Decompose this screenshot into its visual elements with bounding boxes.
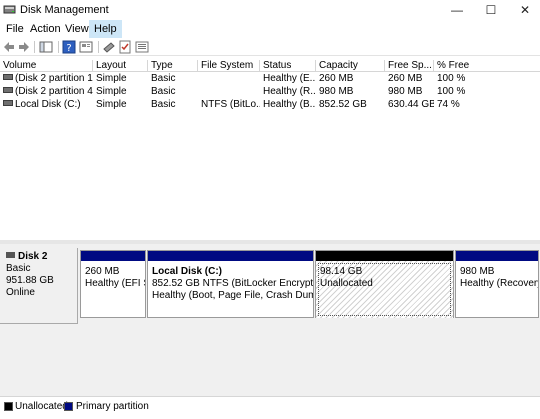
- partition-status: Healthy (Recovery P: [460, 278, 538, 289]
- help-icon[interactable]: ?: [62, 40, 76, 54]
- cell-file-system: [198, 86, 260, 98]
- column-header-layout[interactable]: Layout: [93, 60, 148, 72]
- cell-layout: Simple: [96, 99, 127, 110]
- cell-percent-free: 74 %: [437, 99, 460, 110]
- cell-free-space: 260 MB: [388, 73, 423, 84]
- window-title: Disk Management: [20, 4, 109, 16]
- view-list-icon[interactable]: [135, 40, 149, 54]
- primary-partition-bar: [81, 251, 145, 261]
- disk-graphical-view: Disk 2 Basic 951.88 GB Online 260 MB Hea…: [0, 244, 540, 396]
- title-bar: Disk Management — ☐ ✕: [0, 0, 540, 20]
- primary-partition-bar: [148, 251, 313, 261]
- cell-free-space: 630.44 GB: [388, 99, 434, 110]
- partition-size: 980 MB: [460, 266, 495, 277]
- svg-text:?: ?: [66, 43, 71, 54]
- legend-unallocated: Unallocated: [15, 401, 68, 412]
- cell-type: Basic: [151, 99, 176, 110]
- cell-free-space: 980 MB: [388, 86, 423, 97]
- legend: Unallocated Primary partition: [0, 396, 540, 419]
- back-arrow-icon[interactable]: [2, 40, 16, 54]
- legend-primary-partition: Primary partition: [76, 401, 149, 412]
- volume-icon: [3, 87, 13, 93]
- cell-status: Healthy (B...: [263, 99, 316, 110]
- table-row[interactable]: Local Disk (C:) Simple Basic NTFS (BitLo…: [0, 99, 540, 111]
- cell-capacity: 852.52 GB: [319, 99, 367, 110]
- primary-partition-bar: [456, 251, 538, 261]
- table-row[interactable]: (Disk 2 partition 4) Simple Basic Health…: [0, 86, 540, 98]
- unallocated-bar: [316, 251, 453, 261]
- cell-volume: (Disk 2 partition 4): [0, 86, 93, 98]
- disk-size: 951.88 GB: [6, 275, 54, 286]
- menu-help[interactable]: Help: [89, 20, 122, 38]
- properties-icon[interactable]: [79, 40, 93, 54]
- toolbar-separator: [58, 41, 59, 53]
- cell-percent-free: 100 %: [437, 86, 466, 97]
- disk-management-app-icon: [3, 5, 16, 14]
- menu-bar: File Action View Help: [0, 20, 540, 38]
- column-header-percent-free[interactable]: % Free: [434, 60, 540, 72]
- column-header-type[interactable]: Type: [148, 60, 198, 72]
- column-header-file-system[interactable]: File System: [198, 60, 260, 72]
- cell-status: Healthy (R...: [263, 86, 316, 97]
- cell-capacity: 260 MB: [319, 73, 354, 84]
- partition-status: Unallocated: [320, 278, 373, 289]
- cell-layout: Simple: [96, 73, 127, 84]
- checklist-icon[interactable]: [118, 40, 132, 54]
- cell-volume: Local Disk (C:): [0, 99, 93, 111]
- maximize-button[interactable]: ☐: [474, 0, 508, 20]
- partition-recovery[interactable]: 980 MB Healthy (Recovery P: [455, 250, 539, 318]
- console-tree-icon[interactable]: [39, 40, 53, 54]
- partition-local-disk-c[interactable]: Local Disk (C:) 852.52 GB NTFS (BitLocke…: [147, 250, 314, 318]
- partition-name: Local Disk (C:): [152, 266, 223, 277]
- toolbar: ?: [0, 38, 540, 56]
- disk-name: Disk 2: [18, 251, 48, 262]
- column-header-status[interactable]: Status: [260, 60, 316, 72]
- cell-layout: Simple: [96, 86, 127, 97]
- cell-volume: (Disk 2 partition 1): [0, 73, 93, 85]
- cell-status: Healthy (E...: [263, 73, 316, 84]
- close-button[interactable]: ✕: [508, 0, 540, 20]
- connect-disk-icon[interactable]: [102, 40, 116, 54]
- disk-icon: [6, 252, 15, 258]
- toolbar-separator: [98, 41, 99, 53]
- volume-icon: [3, 100, 13, 106]
- partition-efi[interactable]: 260 MB Healthy (EFI Sy: [80, 250, 146, 318]
- column-header-capacity[interactable]: Capacity: [316, 60, 385, 72]
- partition-size: 98.14 GB: [320, 266, 363, 277]
- cell-type: Basic: [151, 73, 176, 84]
- cell-file-system: NTFS (BitLo...: [201, 99, 260, 110]
- partition-unallocated[interactable]: 98.14 GB Unallocated: [315, 250, 454, 318]
- column-header-volume[interactable]: Volume: [0, 60, 93, 72]
- partition-status: Healthy (EFI Sy: [85, 278, 145, 289]
- disk-type: Basic: [6, 263, 31, 274]
- primary-partition-swatch: [64, 402, 73, 411]
- partition-size: 852.52 GB NTFS (BitLocker Encrypted): [152, 278, 313, 289]
- disk-info-panel[interactable]: Disk 2 Basic 951.88 GB Online: [0, 248, 78, 324]
- table-row[interactable]: (Disk 2 partition 1) Simple Basic Health…: [0, 73, 540, 85]
- unallocated-swatch: [4, 402, 13, 411]
- minimize-button[interactable]: —: [440, 0, 474, 20]
- partition-status: Healthy (Boot, Page File, Crash Dump, Ba: [152, 290, 313, 301]
- toolbar-separator: [34, 41, 35, 53]
- forward-arrow-icon[interactable]: [17, 40, 31, 54]
- column-header-free-space[interactable]: Free Sp...: [385, 60, 434, 72]
- partition-size: 260 MB: [85, 266, 120, 277]
- volume-icon: [3, 74, 13, 80]
- disk-status: Online: [6, 287, 35, 298]
- volume-list: Volume Layout Type File System Status Ca…: [0, 60, 540, 240]
- cell-capacity: 980 MB: [319, 86, 354, 97]
- cell-type: Basic: [151, 86, 176, 97]
- cell-file-system: [198, 73, 260, 85]
- cell-percent-free: 100 %: [437, 73, 466, 84]
